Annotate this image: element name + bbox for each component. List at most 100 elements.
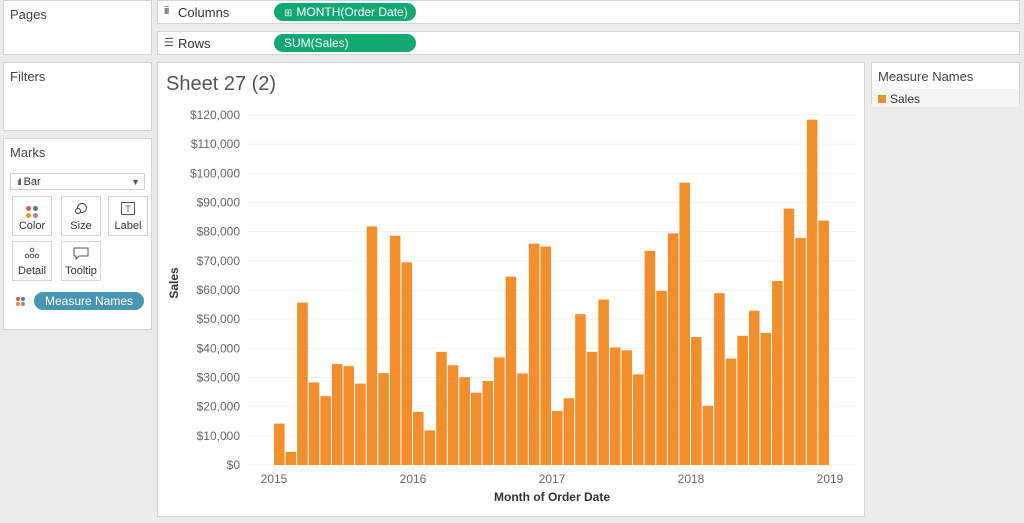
bar[interactable] (413, 411, 424, 465)
x-tick-label: 2015 (261, 472, 288, 486)
bar[interactable] (355, 383, 366, 466)
detail-icon (13, 247, 51, 263)
bar[interactable] (436, 351, 447, 465)
legend-item-label: Sales (890, 92, 921, 106)
bar[interactable] (308, 382, 320, 465)
bar-chart-icon: ıll (17, 177, 21, 187)
columns-pill[interactable]: ⊞ MONTH(Order Date) (274, 3, 416, 21)
y-tick-label: $10,000 (197, 429, 241, 443)
sheet-view: Sheet 27 (2) $0 $10,000 $20,000 $30,000 $40,… (157, 62, 865, 517)
bar[interactable] (644, 250, 656, 465)
mark-type-value: Bar (23, 176, 41, 188)
pages-card[interactable]: Pages (3, 0, 152, 55)
bar[interactable] (586, 351, 598, 465)
tooltip-button[interactable]: Tooltip (61, 241, 101, 281)
columns-shelf[interactable]: iii Columns ⊞ MONTH(Order Date) (157, 0, 1020, 24)
bar[interactable] (494, 357, 505, 466)
sales-bar-chart: $0 $10,000 $20,000 $30,000 $40,000 $50,000 $60… (167, 108, 856, 504)
bar[interactable] (714, 293, 725, 465)
bar[interactable] (320, 396, 331, 465)
rows-pill[interactable]: SUM(Sales) (274, 34, 416, 52)
bar[interactable] (795, 238, 806, 465)
bar[interactable] (331, 364, 343, 465)
bar[interactable] (656, 290, 667, 466)
rows-label: Rows (178, 36, 211, 51)
color-button[interactable]: Color (12, 196, 52, 236)
y-tick-label: $110,000 (191, 137, 240, 151)
y-tick-label: $70,000 (197, 254, 241, 268)
bar[interactable] (528, 243, 540, 465)
x-axis-title: Month of Order Date (494, 490, 610, 504)
columns-icon: iii (164, 5, 169, 17)
detail-button[interactable]: Detail (12, 241, 52, 281)
bar[interactable] (737, 335, 748, 465)
bar[interactable] (760, 332, 772, 466)
bar[interactable] (772, 280, 783, 465)
y-tick-label: $80,000 (197, 225, 241, 239)
bar[interactable] (783, 208, 795, 466)
bar[interactable] (366, 226, 378, 465)
text-label-icon: T (109, 202, 147, 218)
y-tick-label: $120,000 (190, 108, 240, 122)
bar[interactable] (633, 374, 644, 465)
color-encoding-icon (16, 297, 25, 306)
bar[interactable] (552, 411, 563, 465)
y-tick-label: $30,000 (197, 371, 241, 385)
y-tick-label: $40,000 (197, 341, 241, 355)
bar[interactable] (667, 233, 679, 465)
bar[interactable] (517, 373, 528, 465)
filters-card[interactable]: Filters (3, 62, 152, 131)
bar[interactable] (621, 350, 633, 466)
bar[interactable] (424, 430, 436, 465)
bar[interactable] (725, 358, 737, 465)
bar[interactable] (691, 336, 702, 465)
bar[interactable] (598, 299, 609, 466)
bar[interactable] (378, 373, 389, 466)
measure-names-pill[interactable]: Measure Names (34, 292, 144, 310)
bar[interactable] (609, 347, 621, 465)
legend-item-sales[interactable]: Sales (878, 92, 920, 106)
size-label: Size (70, 220, 92, 232)
bar[interactable] (540, 246, 551, 465)
bar[interactable] (470, 392, 482, 465)
color-icon (13, 202, 51, 218)
mark-type-dropdown[interactable]: ıll Bar ▼ (10, 173, 145, 190)
bar[interactable] (806, 119, 818, 466)
bar[interactable] (482, 381, 494, 465)
rows-icon: ☰ (164, 37, 174, 49)
bar[interactable] (389, 235, 401, 465)
filters-title: Filters (10, 69, 46, 84)
rows-shelf[interactable]: ☰ Rows SUM(Sales) (157, 31, 1020, 55)
bar[interactable] (505, 276, 517, 465)
bar[interactable] (563, 398, 575, 465)
bar[interactable] (748, 310, 760, 465)
legend-title: Measure Names (878, 69, 974, 84)
size-button[interactable]: Size (61, 196, 101, 236)
x-tick-label: 2017 (539, 472, 566, 486)
bar[interactable] (459, 377, 470, 465)
y-tick-label: $50,000 (197, 312, 241, 326)
label-button[interactable]: T Label (108, 196, 148, 236)
legend-swatch (878, 95, 886, 103)
bar[interactable] (818, 220, 829, 465)
bar[interactable] (679, 182, 690, 466)
color-label: Color (18, 220, 46, 232)
bar[interactable] (447, 365, 459, 465)
tooltip-label: Tooltip (65, 265, 97, 277)
bar[interactable] (575, 314, 586, 465)
continuous-date-icon: ⊞ (284, 8, 293, 19)
bar[interactable] (702, 405, 714, 465)
x-tick-label: 2016 (400, 472, 427, 486)
bar[interactable] (297, 302, 308, 465)
tooltip-icon (62, 247, 100, 263)
svg-text:T: T (125, 204, 131, 214)
label-label: Label (114, 220, 142, 232)
y-tick-label: $90,000 (197, 196, 241, 210)
bar[interactable] (274, 423, 285, 465)
bar[interactable] (401, 262, 412, 465)
y-tick-label: $20,000 (197, 400, 241, 414)
bar[interactable] (285, 451, 297, 466)
bar[interactable] (343, 366, 355, 466)
y-axis-title: Sales (167, 267, 181, 299)
rows-pill-text: SUM(Sales) (284, 36, 349, 50)
